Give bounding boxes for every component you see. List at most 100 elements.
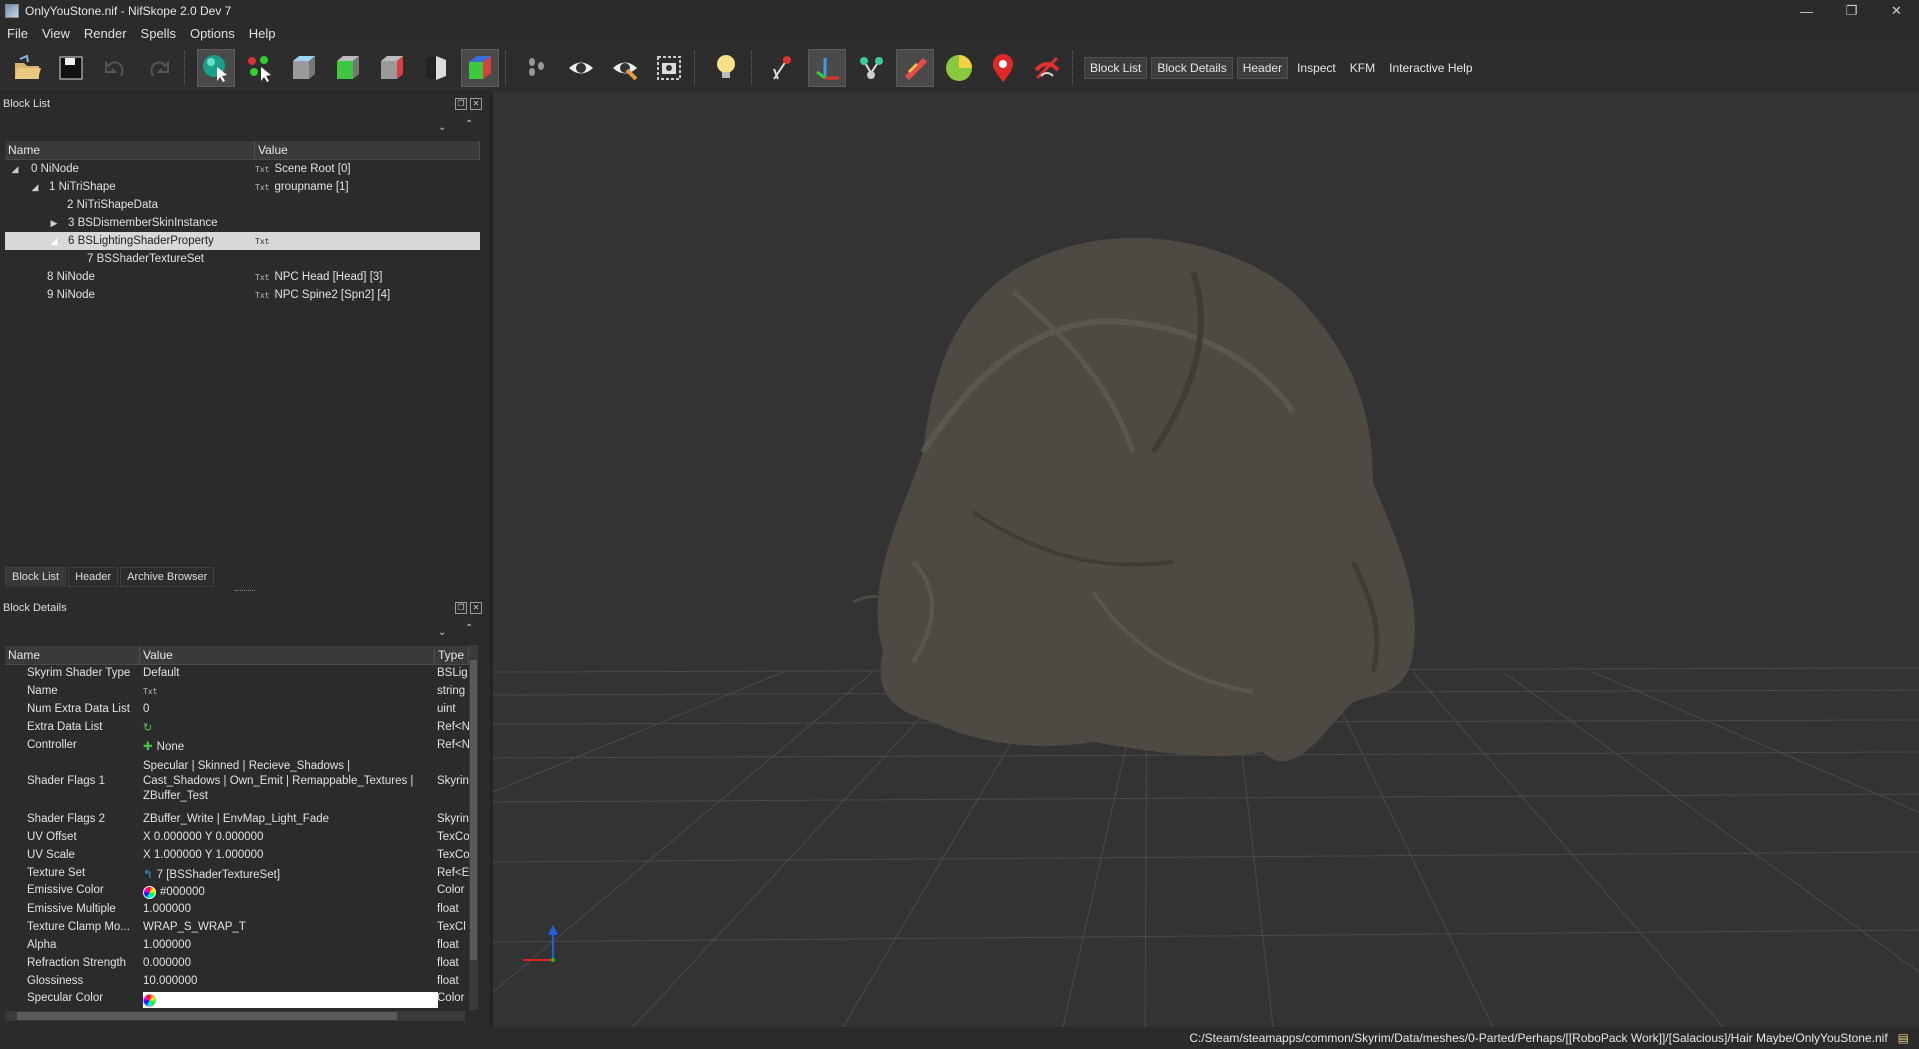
show-markers-icon[interactable] (852, 49, 890, 87)
column-name[interactable]: Name (5, 646, 140, 664)
details-row[interactable]: Glossiness 10.000000 float (5, 975, 469, 993)
details-row[interactable]: Texture Set ↰ 7 [BSShaderTextureSet] Ref<… (5, 867, 469, 885)
details-horizontal-scrollbar[interactable] (5, 1011, 465, 1021)
menu-render[interactable]: Render (77, 26, 134, 41)
specular-color-swatch[interactable] (143, 992, 438, 1008)
details-row[interactable]: Name Txt string (5, 685, 469, 703)
details-row[interactable]: Skyrim Shader Type Default BSLig (5, 667, 469, 685)
expanded-arrow-icon[interactable]: ◢ (9, 164, 21, 175)
collapse-all-icon[interactable]: ⌄ (438, 627, 446, 638)
view-side-icon[interactable] (373, 49, 411, 87)
minimize-icon[interactable]: — (1784, 0, 1829, 22)
tree-row[interactable]: 7 BSShaderTextureSet (5, 250, 480, 268)
tree-row[interactable]: ◢ 0 NiNode Txt Scene Root [0] (5, 160, 480, 178)
disable-shading-icon[interactable] (1028, 49, 1066, 87)
show-nodes-icon[interactable] (764, 49, 802, 87)
column-name[interactable]: Name (5, 141, 255, 159)
toolbar-block-list[interactable]: Block List (1084, 57, 1148, 79)
column-value[interactable]: Value (140, 646, 435, 664)
details-vertical-scrollbar[interactable] (469, 645, 478, 1010)
app-icon (5, 4, 19, 18)
float-icon[interactable]: ❐ (455, 98, 467, 110)
details-row[interactable]: UV Offset X 0.000000 Y 0.000000 TexCo (5, 831, 469, 849)
scrollbar-thumb[interactable] (17, 1012, 397, 1020)
color-wheel-icon[interactable] (143, 885, 156, 899)
scrollbar-thumb[interactable] (470, 660, 477, 960)
menu-spells[interactable]: Spells (134, 26, 183, 41)
flip-view-icon[interactable] (518, 49, 556, 87)
details-row[interactable]: Extra Data List ↻ Ref<N (5, 721, 469, 739)
details-row[interactable]: Alpha 1.000000 float (5, 939, 469, 957)
select-object-icon[interactable] (197, 49, 235, 87)
folder-icon[interactable]: ▤ (1898, 1031, 1909, 1045)
close-icon[interactable]: ✕ (470, 98, 482, 110)
undo-icon[interactable] (96, 49, 134, 87)
expand-all-icon[interactable]: ⌃ (465, 623, 473, 634)
redo-icon[interactable] (140, 49, 178, 87)
tree-row[interactable]: ◢ 1 NiTriShape Txt groupname [1] (5, 178, 480, 196)
load-icon[interactable] (8, 49, 46, 87)
splitter-handle[interactable] (235, 590, 255, 593)
details-row[interactable]: Emissive Color #000000 Color (5, 884, 469, 902)
show-furniture-icon[interactable] (940, 49, 978, 87)
emissive-color-swatch[interactable]: #000000 (143, 884, 438, 900)
toolbar-inspect[interactable]: Inspect (1292, 58, 1341, 78)
toolbar-interactive-help[interactable]: Interactive Help (1384, 58, 1477, 78)
menu-file[interactable]: File (0, 26, 35, 41)
tab-header[interactable]: Header (68, 567, 119, 587)
details-row[interactable]: Shader Flags 2 ZBuffer_Write | EnvMap_Li… (5, 813, 469, 831)
collapse-all-icon[interactable]: ⌄ (438, 122, 446, 133)
details-row[interactable]: Refraction Strength 0.000000 float (5, 957, 469, 975)
menu-help[interactable]: Help (242, 26, 283, 41)
details-row[interactable]: Texture Clamp Mo... WRAP_S_WRAP_T TexCl (5, 921, 469, 939)
details-row[interactable]: Controller ✚ None Ref<N (5, 739, 469, 757)
show-marker-icon[interactable] (984, 49, 1022, 87)
axes-gizmo (523, 925, 558, 962)
view-front-icon[interactable] (329, 49, 367, 87)
color-wheel-icon[interactable] (143, 993, 156, 1007)
restore-icon[interactable]: ❐ (1829, 0, 1874, 22)
details-row[interactable]: Specular Color Color (5, 992, 469, 1010)
show-axes-icon[interactable] (808, 49, 846, 87)
toolbar-header[interactable]: Header (1236, 57, 1289, 79)
toolbar-block-details[interactable]: Block Details (1151, 57, 1233, 79)
show-havok-icon[interactable] (896, 49, 934, 87)
details-row[interactable]: Num Extra Data List 0 uint (5, 703, 469, 721)
expanded-arrow-icon[interactable]: ◢ (29, 182, 41, 193)
expanded-arrow-icon[interactable]: ◢ (48, 236, 60, 247)
tree-row[interactable]: ▶ 3 BSDismemberSkinInstance (5, 214, 480, 232)
tree-row[interactable]: 9 NiNode Txt NPC Spine2 [Spn2] [4] (5, 286, 480, 304)
view-walk-icon[interactable] (461, 49, 499, 87)
details-row[interactable]: Shader Flags 1 Specular | Skinned | Reci… (5, 759, 469, 811)
tree-row-selected[interactable]: ◢ 6 BSLightingShaderProperty Txt (5, 232, 480, 250)
menu-options[interactable]: Options (183, 26, 242, 41)
lighting-icon[interactable] (707, 49, 745, 87)
tab-block-list[interactable]: Block List (5, 567, 67, 587)
screenshot-icon[interactable] (650, 49, 688, 87)
save-icon[interactable] (52, 49, 90, 87)
block-tree: ◢ 0 NiNode Txt Scene Root [0] ◢ 1 NiTriShap… (5, 160, 480, 310)
add-link-icon[interactable]: ✚ (143, 741, 153, 753)
show-constraints-icon[interactable] (606, 49, 644, 87)
status-bar: C:/Steam/steamapps/common/Skyrim/Data/me… (0, 1027, 1919, 1049)
expand-all-icon[interactable]: ⌃ (465, 119, 473, 130)
tree-row[interactable]: 2 NiTriShapeData (5, 196, 480, 214)
details-row[interactable]: UV Scale X 1.000000 Y 1.000000 TexCo (5, 849, 469, 867)
details-row[interactable]: Emissive Multiple 1.000000 float (5, 903, 469, 921)
column-type[interactable]: Type (435, 646, 469, 664)
float-icon[interactable]: ❐ (455, 602, 467, 614)
close-icon[interactable]: ✕ (1874, 0, 1919, 22)
tab-archive-browser[interactable]: Archive Browser (120, 567, 215, 587)
view-user-icon[interactable] (417, 49, 455, 87)
toolbar-kfm[interactable]: KFM (1345, 58, 1380, 78)
menu-view[interactable]: View (35, 26, 77, 41)
show-hidden-icon[interactable] (562, 49, 600, 87)
select-vertex-icon[interactable] (241, 49, 279, 87)
close-icon[interactable]: ✕ (470, 602, 482, 614)
view-top-icon[interactable] (285, 49, 323, 87)
render-viewport[interactable] (493, 92, 1919, 1027)
column-value[interactable]: Value (255, 141, 480, 159)
tree-row[interactable]: 8 NiNode Txt NPC Head [Head] [3] (5, 268, 480, 286)
collapsed-arrow-icon[interactable]: ▶ (48, 218, 60, 229)
string-tag-icon: Txt (143, 687, 158, 696)
